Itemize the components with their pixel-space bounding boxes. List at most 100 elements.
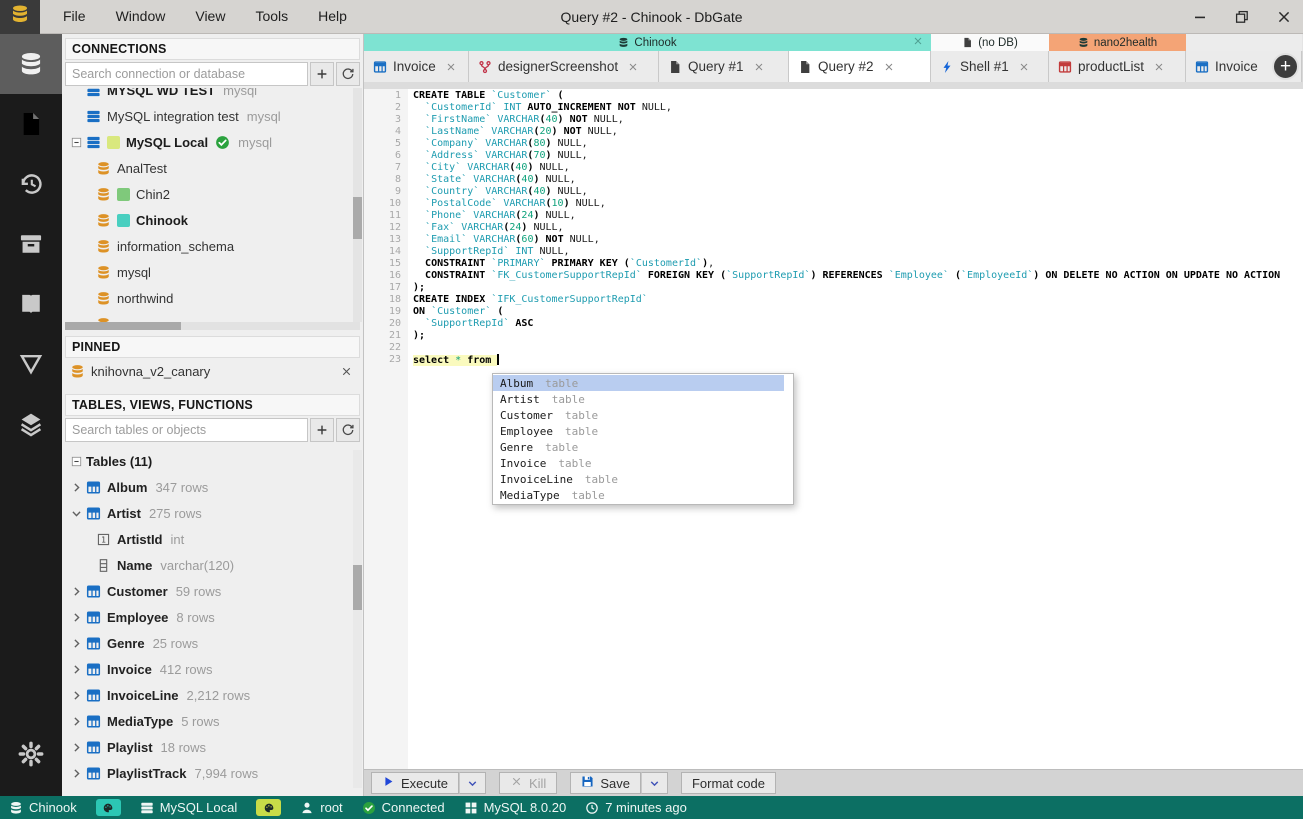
connections-vscrollbar[interactable] [353,88,362,322]
filter-panel-icon[interactable] [0,334,62,394]
execute-options-button[interactable] [458,772,486,794]
hscrollbar-thumb[interactable] [65,322,181,330]
tab-group-chinook[interactable]: Chinook [364,34,931,51]
database-item[interactable]: information_schema [62,233,363,259]
reference-panel-icon[interactable] [0,274,62,334]
sql-editor[interactable]: 1 2 3 4 5 6 7 8 9 10 11 12 13 14 15 16 17 18 19 20 21 22 23 CR… [364,82,1303,769]
chevron-right-icon[interactable] [67,610,86,624]
unpin-icon[interactable] [340,365,353,378]
add-object-button[interactable] [310,418,334,442]
table-item[interactable]: Playlist 18 rows [62,734,363,760]
menu-view[interactable]: View [180,0,240,33]
connections-search-input[interactable] [65,62,308,86]
autocomplete-item-genre[interactable]: Genre table [493,439,784,455]
autocomplete-item-customer[interactable]: Customer table [493,407,784,423]
save-button[interactable]: Save [570,772,641,794]
tab-productlist[interactable]: productList [1049,51,1186,82]
tab-query1[interactable]: Query #1 [659,51,789,82]
autocomplete-item-invoiceline[interactable]: InvoiceLine table [493,471,784,487]
table-item[interactable]: MediaType 5 rows [62,708,363,734]
chevron-right-icon[interactable] [67,740,86,754]
autocomplete-item-employee[interactable]: Employee table [493,423,784,439]
collapse-toggle[interactable] [67,135,86,149]
collapse-toggle[interactable] [67,454,86,468]
column-item[interactable]: Name varchar(120) [62,552,363,578]
close-button[interactable] [1275,8,1293,26]
status-connected[interactable]: Connected [362,800,445,815]
table-item[interactable]: PlaylistTrack 7,994 rows [62,760,363,786]
restore-button[interactable] [1233,8,1251,26]
close-tab-icon[interactable] [753,61,765,73]
database-item[interactable]: Chinook [62,207,363,233]
status-server-version[interactable]: MySQL 8.0.20 [464,800,566,815]
table-item[interactable]: Customer 59 rows [62,578,363,604]
tables-root-item[interactable]: Tables (11) [62,448,363,474]
chevron-right-icon[interactable] [67,766,86,780]
tables-vscrollbar[interactable] [353,450,362,788]
column-item[interactable]: 1 ArtistId int [62,526,363,552]
database-item[interactable]: AnalTest [62,155,363,181]
connections-panel-icon[interactable] [0,34,62,94]
menu-help[interactable]: Help [303,0,362,33]
connection-item[interactable]: MySQL Local mysql [62,129,363,155]
table-item[interactable]: Artist 275 rows [62,500,363,526]
tab-invoice[interactable]: Invoice [364,51,469,82]
close-tab-icon[interactable] [445,61,457,73]
pinned-item[interactable]: knihovna_v2_canary [62,358,363,384]
tables-search-input[interactable] [65,418,308,442]
chevron-down-icon[interactable] [67,506,86,520]
files-panel-icon[interactable] [0,94,62,154]
table-item[interactable]: Employee 8 rows [62,604,363,630]
minimize-button[interactable] [1191,8,1209,26]
vscrollbar-thumb[interactable] [353,197,362,239]
table-item[interactable]: InvoiceLine 2,212 rows [62,682,363,708]
database-item[interactable]: mysql [62,259,363,285]
chevron-right-icon[interactable] [67,688,86,702]
status-user[interactable]: root [300,800,343,815]
chevron-right-icon[interactable] [67,480,86,494]
plugins-panel-icon[interactable] [0,394,62,454]
menu-file[interactable]: File [48,0,101,33]
close-tab-icon[interactable] [627,61,639,73]
chevron-right-icon[interactable] [67,662,86,676]
history-panel-icon[interactable] [0,154,62,214]
status-connection-color[interactable] [256,799,282,816]
connection-item[interactable]: MySQL integration test mysql [62,103,363,129]
autocomplete-item-invoice[interactable]: Invoice table [493,455,784,471]
refresh-objects-button[interactable] [336,418,360,442]
close-tab-icon[interactable] [883,61,895,73]
refresh-connections-button[interactable] [336,62,360,86]
database-item[interactable]: Chin2 [62,181,363,207]
table-item[interactable]: Genre 25 rows [62,630,363,656]
menu-tools[interactable]: Tools [240,0,303,33]
tab-designerscreenshot[interactable]: designerScreenshot [469,51,659,82]
save-options-button[interactable] [640,772,668,794]
tab-shell1[interactable]: Shell #1 [931,51,1049,82]
autocomplete-item-album[interactable]: Album table [493,375,784,391]
table-item[interactable]: Album 347 rows [62,474,363,500]
format-code-button[interactable]: Format code [680,772,776,794]
add-connection-button[interactable] [310,62,334,86]
tab-group-nodb[interactable]: (no DB) [931,34,1049,51]
close-tab-icon[interactable] [1153,61,1165,73]
database-item[interactable] [62,311,363,322]
autocomplete-item-mediatype[interactable]: MediaType table [493,487,784,503]
connections-hscrollbar[interactable] [65,322,360,330]
database-item[interactable]: northwind [62,285,363,311]
chevron-right-icon[interactable] [67,714,86,728]
chevron-right-icon[interactable] [67,636,86,650]
connection-item[interactable]: MYSQL WD TEST mysql [62,88,363,103]
status-database[interactable]: Chinook [9,800,77,815]
chevron-right-icon[interactable] [67,584,86,598]
new-tab-button[interactable]: + [1272,53,1299,80]
menu-window[interactable]: Window [101,0,181,33]
vscrollbar-thumb[interactable] [353,565,362,610]
autocomplete-item-artist[interactable]: Artist table [493,391,784,407]
archive-panel-icon[interactable] [0,214,62,274]
tab-group-nano2health[interactable]: nano2health [1049,34,1186,51]
close-group-icon[interactable] [912,35,924,47]
table-item[interactable]: Invoice 412 rows [62,656,363,682]
execute-button[interactable]: Execute [371,772,459,794]
status-last-executed[interactable]: 7 minutes ago [585,800,687,815]
close-tab-icon[interactable] [1018,61,1030,73]
